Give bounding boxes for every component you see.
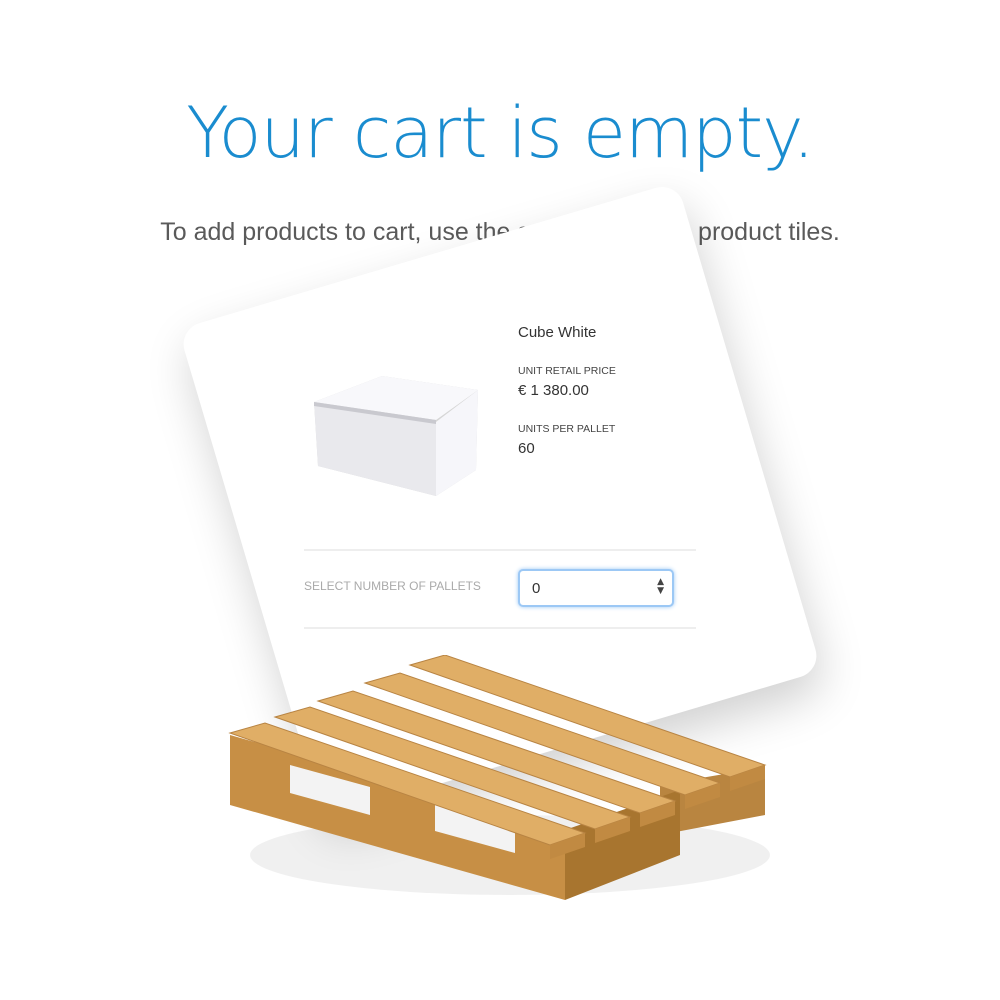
divider [304, 549, 696, 551]
product-name: Cube White [518, 324, 597, 341]
pallets-select[interactable]: 0 ▲ ▼ [518, 569, 674, 607]
select-pallets-label: SELECT NUMBER OF PALLETS [304, 579, 481, 593]
product-image-cube [314, 376, 478, 496]
units-value: 60 [518, 440, 535, 457]
units-label: UNITS PER PALLET [518, 423, 616, 435]
divider [304, 627, 696, 629]
price-value: € 1 380.00 [518, 382, 589, 399]
page-title: Your cart is empty. [186, 92, 815, 174]
pallets-select-value: 0 [532, 580, 541, 597]
pallet-image [228, 655, 770, 900]
stepper-arrows-icon[interactable]: ▲ ▼ [657, 578, 664, 596]
price-label: UNIT RETAIL PRICE [518, 365, 616, 377]
